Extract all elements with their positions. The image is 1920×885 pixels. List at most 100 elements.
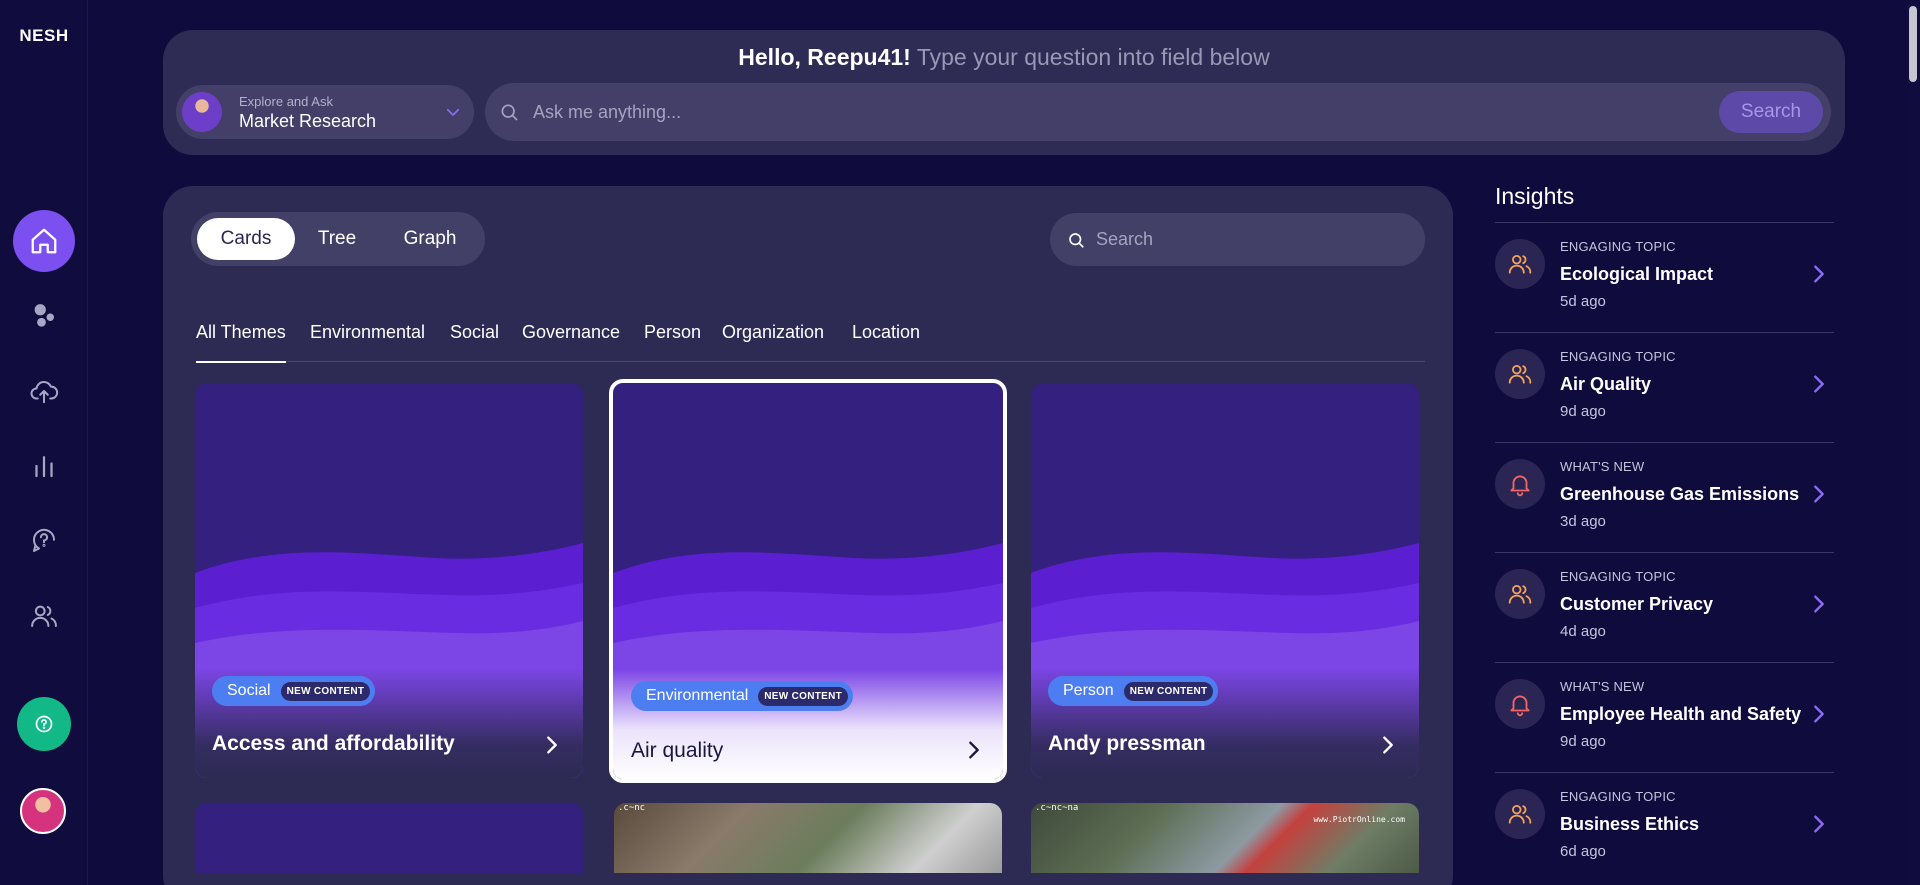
help-circle-icon	[35, 715, 53, 733]
insight-time: 6d ago	[1560, 843, 1606, 860]
tab-location[interactable]: Location	[852, 320, 920, 362]
tab-person[interactable]: Person	[644, 320, 701, 362]
nav-home[interactable]	[13, 210, 75, 272]
chevron-right-icon	[1814, 705, 1824, 723]
greeting-subtitle: Type your question into field below	[916, 44, 1270, 70]
search-icon	[1069, 233, 1084, 248]
insight-icon	[1495, 459, 1545, 509]
photo-watermark: www.PiotrOnline.com	[1313, 815, 1405, 824]
nav-analytics[interactable]	[13, 435, 75, 497]
tab-organization[interactable]: Organization	[722, 320, 824, 362]
new-content-badge: NEW CONTENT	[280, 681, 371, 701]
project-caption: Explore and Ask	[239, 94, 333, 109]
card-tag: Social NEW CONTENT	[212, 676, 376, 706]
nav-explore[interactable]	[13, 285, 75, 347]
insight-item[interactable]: ENGAGING TOPIC Business Ethics 6d ago	[1495, 772, 1834, 882]
theme-card-photo[interactable]: .c~nc	[614, 803, 1002, 873]
new-content-badge: NEW CONTENT	[758, 686, 849, 706]
view-cards[interactable]: Cards	[197, 218, 295, 260]
card-tag: Environmental NEW CONTENT	[631, 681, 854, 711]
tab-social[interactable]: Social	[450, 320, 499, 362]
insight-item[interactable]: WHAT'S NEW Greenhouse Gas Emissions 3d a…	[1495, 442, 1834, 552]
chevron-right-icon	[1814, 265, 1824, 283]
view-toggle: Cards Tree Graph	[191, 212, 485, 266]
theme-card[interactable]: Social NEW CONTENT Access and affordabil…	[195, 383, 583, 778]
nav-users[interactable]	[13, 585, 75, 647]
tab-all-themes[interactable]: All Themes	[196, 320, 286, 363]
view-graph[interactable]: Graph	[381, 218, 479, 260]
insight-time: 4d ago	[1560, 623, 1606, 640]
insight-time: 9d ago	[1560, 403, 1606, 420]
nav-upload[interactable]	[13, 360, 75, 422]
chevron-right-icon	[1383, 736, 1393, 754]
insight-title: Ecological Impact	[1560, 264, 1714, 284]
insight-title: Business Ethics	[1560, 814, 1700, 834]
chevron-down-icon	[446, 108, 460, 116]
tab-governance[interactable]: Governance	[522, 320, 620, 362]
theme-card[interactable]	[195, 803, 583, 873]
users-icon	[31, 605, 57, 627]
theme-card[interactable]: Person NEW CONTENT Andy pressman	[1031, 383, 1419, 778]
ask-header: Hello, Reepu41! Type your question into …	[163, 30, 1845, 155]
insight-kind: WHAT'S NEW	[1560, 679, 1645, 694]
project-selector[interactable]: Explore and Ask Market Research	[176, 85, 474, 139]
insight-item[interactable]: ENGAGING TOPIC Ecological Impact 5d ago	[1495, 222, 1834, 332]
card-tag-label: Environmental	[646, 687, 749, 704]
users-icon	[1508, 584, 1532, 604]
insight-icon	[1495, 789, 1545, 839]
insight-kind: ENGAGING TOPIC	[1560, 789, 1676, 804]
chevron-right-icon	[969, 741, 979, 759]
insight-title: Customer Privacy	[1560, 594, 1714, 614]
insight-title: Air Quality	[1560, 374, 1652, 394]
cloud-upload-icon	[30, 380, 59, 404]
card-title: Air quality	[631, 739, 724, 762]
ask-search-button[interactable]: Search	[1719, 91, 1823, 133]
chevron-right-icon	[547, 736, 557, 754]
ask-input[interactable]	[533, 95, 1633, 129]
chevron-right-icon	[1814, 375, 1824, 393]
tab-environmental[interactable]: Environmental	[310, 320, 425, 362]
insight-icon	[1495, 569, 1545, 619]
photo-caption: .c~nc	[618, 803, 646, 813]
insight-icon	[1495, 679, 1545, 729]
bell-icon	[1510, 695, 1530, 717]
insight-icon	[1495, 349, 1545, 399]
page-scrollbar[interactable]	[1906, 0, 1920, 885]
nav-questions[interactable]	[13, 510, 75, 572]
app-logo[interactable]: NESH	[0, 26, 88, 46]
insight-item[interactable]: WHAT'S NEW Employee Health and Safety 9d…	[1495, 662, 1834, 772]
new-content-badge: NEW CONTENT	[1123, 681, 1214, 701]
photo-caption: .c~nc~na	[1035, 803, 1079, 813]
bubbles-icon	[34, 304, 54, 327]
users-icon	[1508, 254, 1532, 274]
user-avatar[interactable]	[20, 788, 66, 834]
card-title: Andy pressman	[1048, 732, 1206, 755]
project-name: Market Research	[239, 111, 377, 131]
help-button[interactable]	[17, 697, 71, 751]
chevron-right-icon	[1814, 485, 1824, 503]
ask-bar: Search	[485, 83, 1831, 141]
insight-item[interactable]: ENGAGING TOPIC Customer Privacy 4d ago	[1495, 552, 1834, 662]
chevron-right-icon	[1814, 595, 1824, 613]
view-tree[interactable]: Tree	[297, 218, 377, 260]
bar-chart-icon	[35, 456, 53, 478]
theme-search-input[interactable]	[1096, 225, 1396, 253]
theme-card-photo[interactable]: .c~nc~na www.PiotrOnline.com	[1031, 803, 1419, 873]
users-icon	[1508, 804, 1532, 824]
theme-card-selected[interactable]: Environmental NEW CONTENT Air quality	[609, 379, 1007, 783]
left-sidebar: NESH	[0, 0, 88, 885]
insight-time: 9d ago	[1560, 733, 1606, 750]
card-tag: Person NEW CONTENT	[1048, 676, 1219, 706]
insight-kind: ENGAGING TOPIC	[1560, 349, 1676, 364]
insight-time: 3d ago	[1560, 513, 1606, 530]
insight-item[interactable]: ENGAGING TOPIC Air Quality 9d ago	[1495, 332, 1834, 442]
chevron-right-icon	[1814, 815, 1824, 833]
search-icon	[501, 104, 518, 121]
themes-panel: Cards Tree Graph All Themes Environmenta…	[163, 186, 1453, 885]
insight-kind: ENGAGING TOPIC	[1560, 569, 1676, 584]
insight-title: Employee Health and Safety	[1560, 704, 1802, 724]
card-title: Access and affordability	[212, 732, 455, 755]
insights-title: Insights	[1495, 183, 1575, 209]
scrollbar-thumb[interactable]	[1909, 6, 1917, 82]
chat-question-icon	[33, 528, 55, 552]
